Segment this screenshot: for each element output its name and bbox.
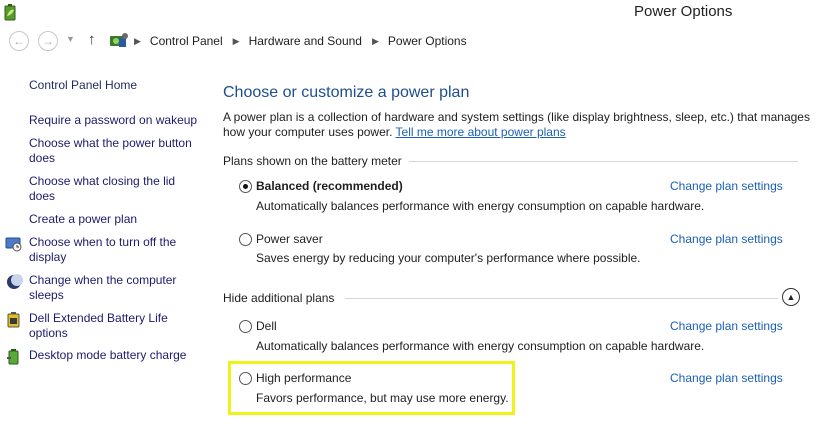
- plan-desc-dell: Automatically balances performance with …: [256, 339, 705, 353]
- highlight-box: [228, 361, 515, 415]
- crumb-power-options[interactable]: Power Options: [388, 34, 467, 48]
- forward-arrow-icon[interactable]: →: [38, 31, 58, 51]
- crumb-hardware-and-sound[interactable]: Hardware and Sound: [249, 34, 362, 48]
- breadcrumb-separator[interactable]: ▶: [372, 36, 379, 47]
- sidebar-item-require-password[interactable]: Require a password on wakeup: [29, 113, 201, 128]
- sidebar-item-closing-lid[interactable]: Choose what closing the lid does: [29, 174, 201, 204]
- breadcrumb-separator[interactable]: ▶: [233, 36, 240, 47]
- dell-battery-icon: [7, 312, 20, 328]
- address-bar: ← → ▼ ↑ ▶ Control Panel ▶ Hardware and S…: [0, 26, 838, 56]
- sidebar-item-computer-sleeps[interactable]: Change when the computer sleeps: [29, 273, 201, 303]
- change-plan-settings-dell[interactable]: Change plan settings: [670, 319, 783, 333]
- crumb-control-panel[interactable]: Control Panel: [150, 34, 223, 48]
- battery-leaf-icon: [4, 4, 16, 21]
- sidebar-item-desktop-battery-charge[interactable]: Desktop mode battery charge: [29, 348, 201, 363]
- plan-name-balanced[interactable]: Balanced (recommended): [256, 179, 403, 193]
- radio-dell[interactable]: [239, 320, 252, 333]
- moon-icon: [7, 274, 23, 289]
- title-bar: Power Options: [0, 0, 838, 26]
- control-panel-icon[interactable]: [108, 32, 130, 50]
- breadcrumb: ▶ Control Panel ▶ Hardware and Sound ▶ P…: [108, 29, 467, 53]
- back-arrow-icon[interactable]: ←: [9, 31, 29, 51]
- group-divider: [345, 298, 778, 299]
- sidebar-item-turn-off-display[interactable]: Choose when to turn off the display: [29, 235, 201, 265]
- change-plan-settings-balanced[interactable]: Change plan settings: [670, 179, 783, 193]
- sidebar: Control Panel Home Require a password on…: [0, 56, 205, 432]
- page-title: Choose or customize a power plan: [223, 84, 470, 101]
- breadcrumb-separator[interactable]: ▶: [134, 36, 141, 47]
- battery-plug-icon: [7, 349, 19, 365]
- plan-name-dell[interactable]: Dell: [256, 319, 277, 333]
- group-divider: [409, 161, 798, 162]
- up-arrow-icon[interactable]: ↑: [88, 31, 96, 48]
- display-clock-icon: [5, 237, 22, 252]
- radio-balanced[interactable]: [239, 180, 252, 193]
- sidebar-control-panel-home[interactable]: Control Panel Home: [29, 78, 201, 93]
- sidebar-item-power-button[interactable]: Choose what the power button does: [29, 136, 201, 166]
- plan-desc-balanced: Automatically balances performance with …: [256, 199, 705, 213]
- description: A power plan is a collection of hardware…: [223, 110, 823, 140]
- battery-plans-group-label: Plans shown on the battery meter: [223, 154, 402, 168]
- change-plan-settings-high-performance[interactable]: Change plan settings: [670, 371, 783, 385]
- plan-desc-power-saver: Saves energy by reducing your computer's…: [256, 251, 641, 265]
- tell-me-more-link[interactable]: Tell me more about power plans: [396, 125, 566, 139]
- sidebar-item-create-plan[interactable]: Create a power plan: [29, 212, 201, 227]
- window-title: Power Options: [634, 3, 733, 20]
- radio-power-saver[interactable]: [239, 233, 252, 246]
- sidebar-item-dell-battery[interactable]: Dell Extended Battery Life options: [29, 311, 201, 341]
- chevron-down-icon[interactable]: ▼: [66, 34, 75, 44]
- change-plan-settings-power-saver[interactable]: Change plan settings: [670, 232, 783, 246]
- hide-additional-plans-label[interactable]: Hide additional plans: [223, 291, 334, 305]
- plan-name-power-saver[interactable]: Power saver: [256, 232, 323, 246]
- chevron-up-icon[interactable]: ▲: [782, 288, 800, 306]
